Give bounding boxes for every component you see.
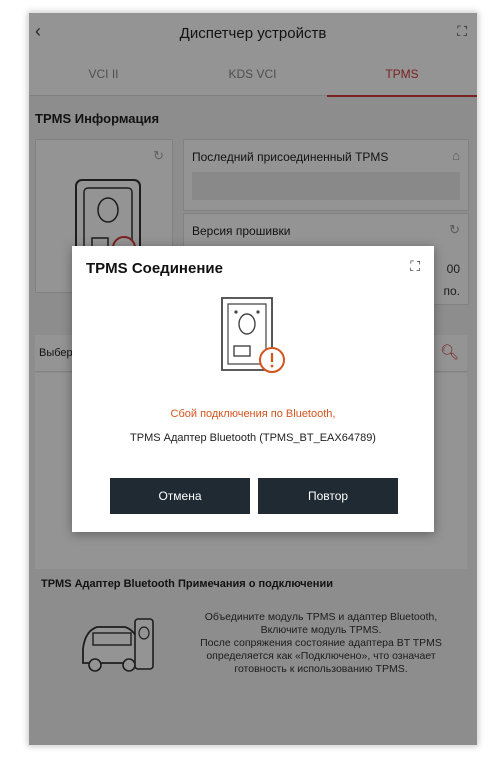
- tpms-adapter-error-icon: [221, 297, 285, 373]
- expand-icon[interactable]: ⛶: [410, 258, 420, 275]
- cancel-button[interactable]: Отмена: [110, 478, 250, 514]
- retry-button[interactable]: Повтор: [258, 478, 398, 514]
- error-message: Сбой подключения по Bluetooth,: [170, 408, 336, 420]
- dialog-title: TPMS Соединение: [86, 260, 223, 277]
- adapter-name: TPMS Адаптер Bluetooth (TPMS_BT_EAX64789…: [130, 432, 376, 444]
- tpms-connection-dialog: TPMS Соединение ⛶ Сбой подключения по Bl…: [72, 246, 434, 532]
